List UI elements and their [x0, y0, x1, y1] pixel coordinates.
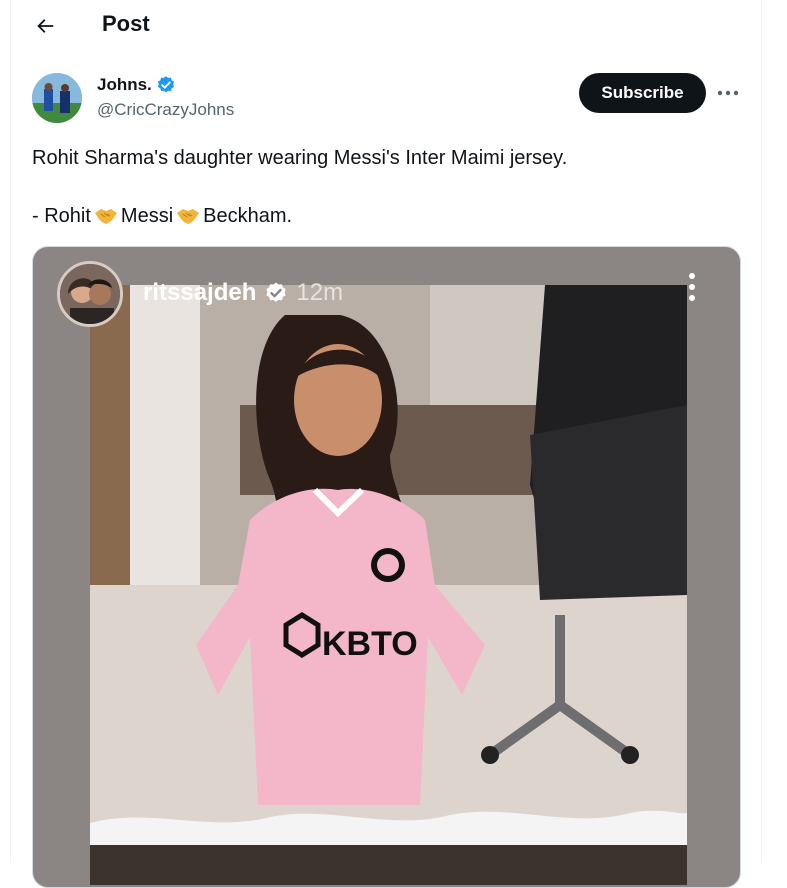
story-time: 12m	[296, 279, 344, 306]
arrow-left-icon	[37, 19, 54, 33]
more-button[interactable]	[713, 80, 743, 106]
more-vertical-icon	[685, 273, 699, 307]
jersey-text: KBTO	[322, 625, 418, 663]
verified-badge-icon	[157, 76, 174, 93]
verified-badge-icon	[266, 282, 287, 302]
author-handle[interactable]: @CricCrazyJohns	[97, 100, 234, 120]
handshake-icon	[176, 205, 200, 234]
post-part-beckham: Beckham.	[203, 205, 293, 227]
more-horizontal-icon	[717, 90, 739, 96]
post-text: Rohit Sharma's daughter wearing Messi's …	[32, 144, 732, 234]
author-avatar[interactable]	[32, 73, 82, 123]
post-media-image[interactable]: KBTO ritssajdeh 12m	[32, 246, 741, 888]
story-avatar	[57, 261, 123, 327]
author-name[interactable]: Johns.	[97, 75, 176, 95]
post-part-messi: Messi	[120, 205, 174, 227]
post-line-1: Rohit Sharma's daughter wearing Messi's …	[32, 147, 568, 169]
post-header: Post	[11, 0, 761, 52]
story-photo: KBTO	[90, 285, 687, 885]
story-header: ritssajdeh 12m	[143, 279, 343, 307]
story-username: ritssajdeh	[143, 279, 257, 306]
post-line-2: - Rohit Messi Beckham.	[32, 202, 732, 234]
post-column: Post Johns. @CricCrazyJohns Subscribe Ro…	[10, 0, 762, 888]
back-button[interactable]	[27, 8, 63, 44]
page-title: Post	[102, 11, 150, 36]
subscribe-button[interactable]: Subscribe	[579, 73, 706, 113]
author-name-text: Johns.	[97, 75, 152, 94]
post-part-rohit: - Rohit	[32, 205, 91, 227]
handshake-icon	[94, 205, 118, 234]
